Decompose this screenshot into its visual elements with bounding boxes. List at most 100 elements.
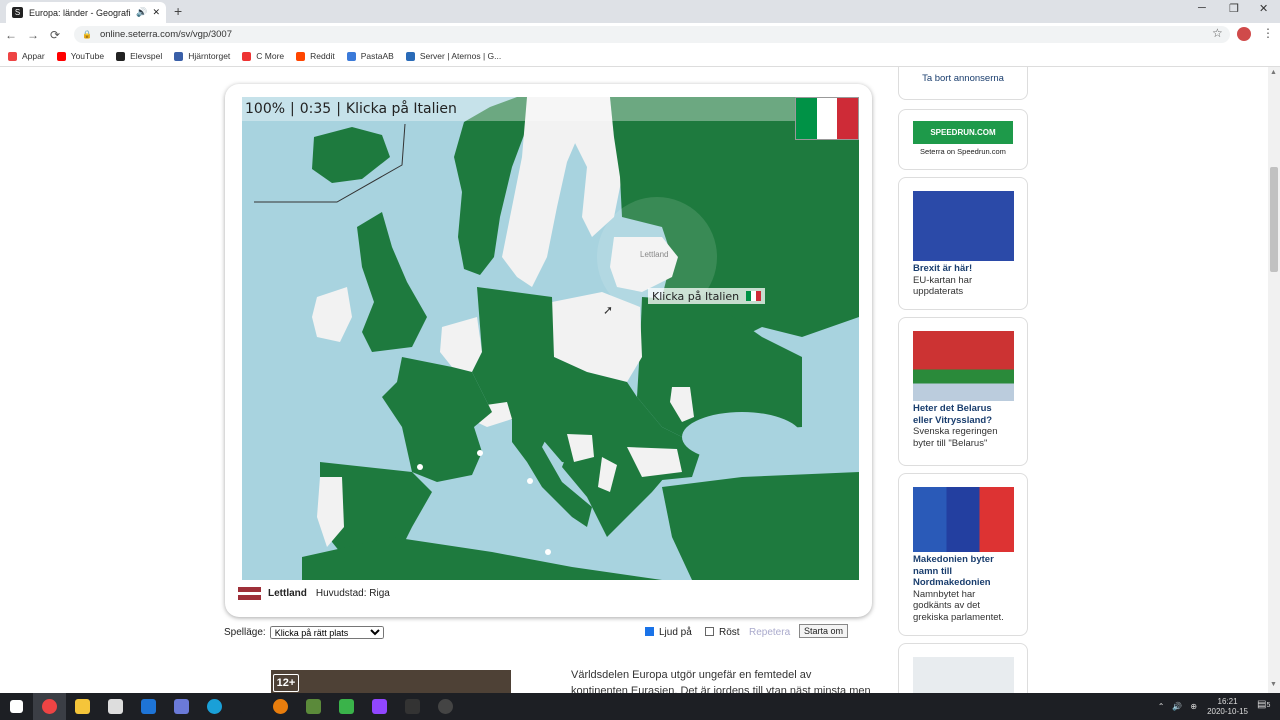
bookmark-item[interactable]: Elevspel — [116, 51, 162, 61]
profile-avatar[interactable] — [1237, 27, 1251, 41]
taskbar-app[interactable] — [198, 693, 231, 720]
taskbar-obs[interactable] — [429, 693, 462, 720]
bookmark-item[interactable]: Server | Aternos | G... — [405, 51, 502, 61]
country-benelux[interactable] — [440, 317, 482, 372]
minimize-button[interactable]: ─ — [1198, 2, 1206, 14]
taskbar-blender[interactable] — [264, 693, 297, 720]
info-country-name: Lettland — [268, 588, 307, 599]
mail-icon — [141, 699, 156, 714]
start-button[interactable] — [0, 693, 33, 720]
taskbar-store[interactable] — [99, 693, 132, 720]
notification-icon[interactable]: ▤5 — [1257, 699, 1272, 714]
country-uk[interactable] — [357, 212, 427, 352]
taskbar-minecraft[interactable] — [297, 693, 330, 720]
news-card-brexit[interactable]: Brexit är här! EU-kartan har uppdaterats — [898, 177, 1028, 310]
clock[interactable]: 16:21 2020-10-15 — [1207, 697, 1248, 717]
voice-toggle[interactable]: Röst — [705, 627, 740, 638]
new-tab-button[interactable]: + — [174, 3, 182, 19]
tray-chevron-icon[interactable]: ⌃ — [1158, 702, 1165, 711]
reload-icon[interactable]: ⟳ — [44, 28, 66, 42]
close-window-button[interactable]: ✕ — [1259, 2, 1268, 15]
map-svg[interactable] — [242, 97, 859, 580]
repeat-button[interactable]: Repetera — [749, 627, 790, 638]
black-sea — [682, 412, 802, 462]
video-thumbnail[interactable]: 12+ — [271, 670, 511, 693]
bookmark-item[interactable]: YouTube — [56, 51, 104, 61]
voice-checkbox[interactable] — [705, 627, 714, 637]
tab-close-icon[interactable]: ✕ — [152, 7, 160, 18]
steam-icon — [240, 699, 255, 714]
page-scrollbar[interactable]: ▲ ▼ — [1268, 67, 1280, 693]
windows-taskbar: ⌃ 🔊 ⊕ 16:21 2020-10-15 ▤5 — [0, 693, 1280, 720]
map-thumbnail-card[interactable] — [898, 643, 1028, 693]
bookmark-label: PastaAB — [360, 51, 394, 61]
game-card: 100% | 0:35 | Klicka på Italien Lettland Kli… — [225, 84, 872, 617]
country-turkey[interactable] — [662, 472, 859, 580]
flag-stripe-white — [816, 98, 838, 139]
bookmark-item[interactable]: C More — [242, 51, 284, 61]
taskbar-epic[interactable] — [396, 693, 429, 720]
news-title[interactable]: Makedonien byter namn till Nordmakedonie… — [913, 554, 1013, 589]
restart-button[interactable]: Starta om — [799, 624, 849, 638]
hover-country-label: Lettland — [640, 250, 669, 259]
seterra-favicon-icon: S — [12, 7, 23, 18]
bookmark-item[interactable]: PastaAB — [346, 51, 394, 61]
bookmark-icon — [346, 51, 356, 61]
taskbar-discord[interactable] — [165, 693, 198, 720]
game-hud: 100% | 0:35 | Klicka på Italien — [242, 97, 859, 121]
address-bar[interactable]: 🔒 online.seterra.com/sv/vgp/3007 — [74, 26, 1230, 43]
speedrun-logo[interactable]: SPEEDRUN.COM — [913, 121, 1013, 144]
remove-ads-box[interactable]: Ta bort annonserna — [898, 67, 1028, 100]
taskbar-steam[interactable] — [231, 693, 264, 720]
chrome-icon — [42, 699, 57, 714]
menu-kebab-icon[interactable]: ⋮ — [1262, 26, 1274, 40]
target-flag — [795, 97, 859, 140]
news-title[interactable]: Brexit är här! — [913, 263, 1013, 275]
bookmark-star-icon[interactable]: ☆ — [1212, 26, 1223, 40]
news-card-macedonia[interactable]: Makedonien byter namn till Nordmakedonie… — [898, 473, 1028, 636]
bookmark-item[interactable]: Reddit — [296, 51, 335, 61]
taskbar-chrome[interactable] — [33, 693, 66, 720]
network-icon[interactable]: ⊕ — [1190, 702, 1197, 711]
back-arrow-icon[interactable]: ← — [0, 28, 22, 42]
bookmark-icon — [174, 51, 184, 61]
speedrun-box[interactable]: SPEEDRUN.COM Seterra on Speedrun.com — [898, 109, 1028, 170]
taskbar-mail[interactable] — [132, 693, 165, 720]
age-rating-badge: 12+ — [273, 674, 299, 692]
restore-button[interactable]: ❐ — [1229, 2, 1239, 15]
scroll-thumb[interactable] — [1270, 167, 1278, 272]
forward-arrow-icon[interactable]: → — [22, 28, 44, 42]
lock-icon: 🔒 — [82, 30, 92, 39]
mode-select[interactable]: Klicka på rätt plats — [269, 625, 384, 639]
volume-icon[interactable]: 🔊 — [1172, 702, 1182, 711]
scroll-up-icon[interactable]: ▲ — [1270, 69, 1277, 76]
news-title[interactable]: Heter det Belarus eller Vitryssland? — [913, 403, 1013, 426]
bookmark-icon — [242, 51, 252, 61]
prompt-text: Klicka på Italien — [345, 101, 457, 117]
scroll-down-icon[interactable]: ▼ — [1270, 681, 1277, 688]
bookmark-item[interactable]: Hjärntorget — [174, 51, 230, 61]
game-controls: Spelläge: Klicka på rätt plats Ljud på R… — [224, 624, 872, 640]
island-marker[interactable] — [477, 450, 483, 456]
taskbar-hacknet[interactable] — [330, 693, 363, 720]
url-text: online.seterra.com/sv/vgp/3007 — [99, 29, 232, 40]
country-iceland[interactable] — [312, 127, 390, 183]
europe-map[interactable]: 100% | 0:35 | Klicka på Italien Lettland Kli… — [242, 97, 859, 580]
bookmark-item[interactable]: Appar — [8, 51, 45, 61]
island-marker[interactable] — [417, 464, 423, 470]
active-tab[interactable]: S Europa: länder - Geografispel 🔊 ✕ — [6, 2, 166, 23]
island-marker[interactable] — [545, 549, 551, 555]
news-desc: Namnbytet har godkänts av det grekiska p… — [913, 588, 1004, 623]
news-card-belarus[interactable]: Heter det Belarus eller Vitryssland? Sve… — [898, 317, 1028, 466]
sound-toggle[interactable]: Ljud på — [645, 627, 692, 638]
country-ireland[interactable] — [312, 287, 352, 342]
taskbar-twitch[interactable] — [363, 693, 396, 720]
island-marker[interactable] — [527, 478, 533, 484]
speaker-icon[interactable]: 🔊 — [136, 7, 147, 18]
bookmark-label: Server | Aternos | G... — [419, 51, 502, 61]
sound-checkbox[interactable] — [645, 627, 654, 637]
mini-flag-stripe-red — [756, 291, 762, 301]
remove-ads-link[interactable]: Ta bort annonserna — [922, 73, 1004, 84]
taskbar-explorer[interactable] — [66, 693, 99, 720]
obs-icon — [438, 699, 453, 714]
